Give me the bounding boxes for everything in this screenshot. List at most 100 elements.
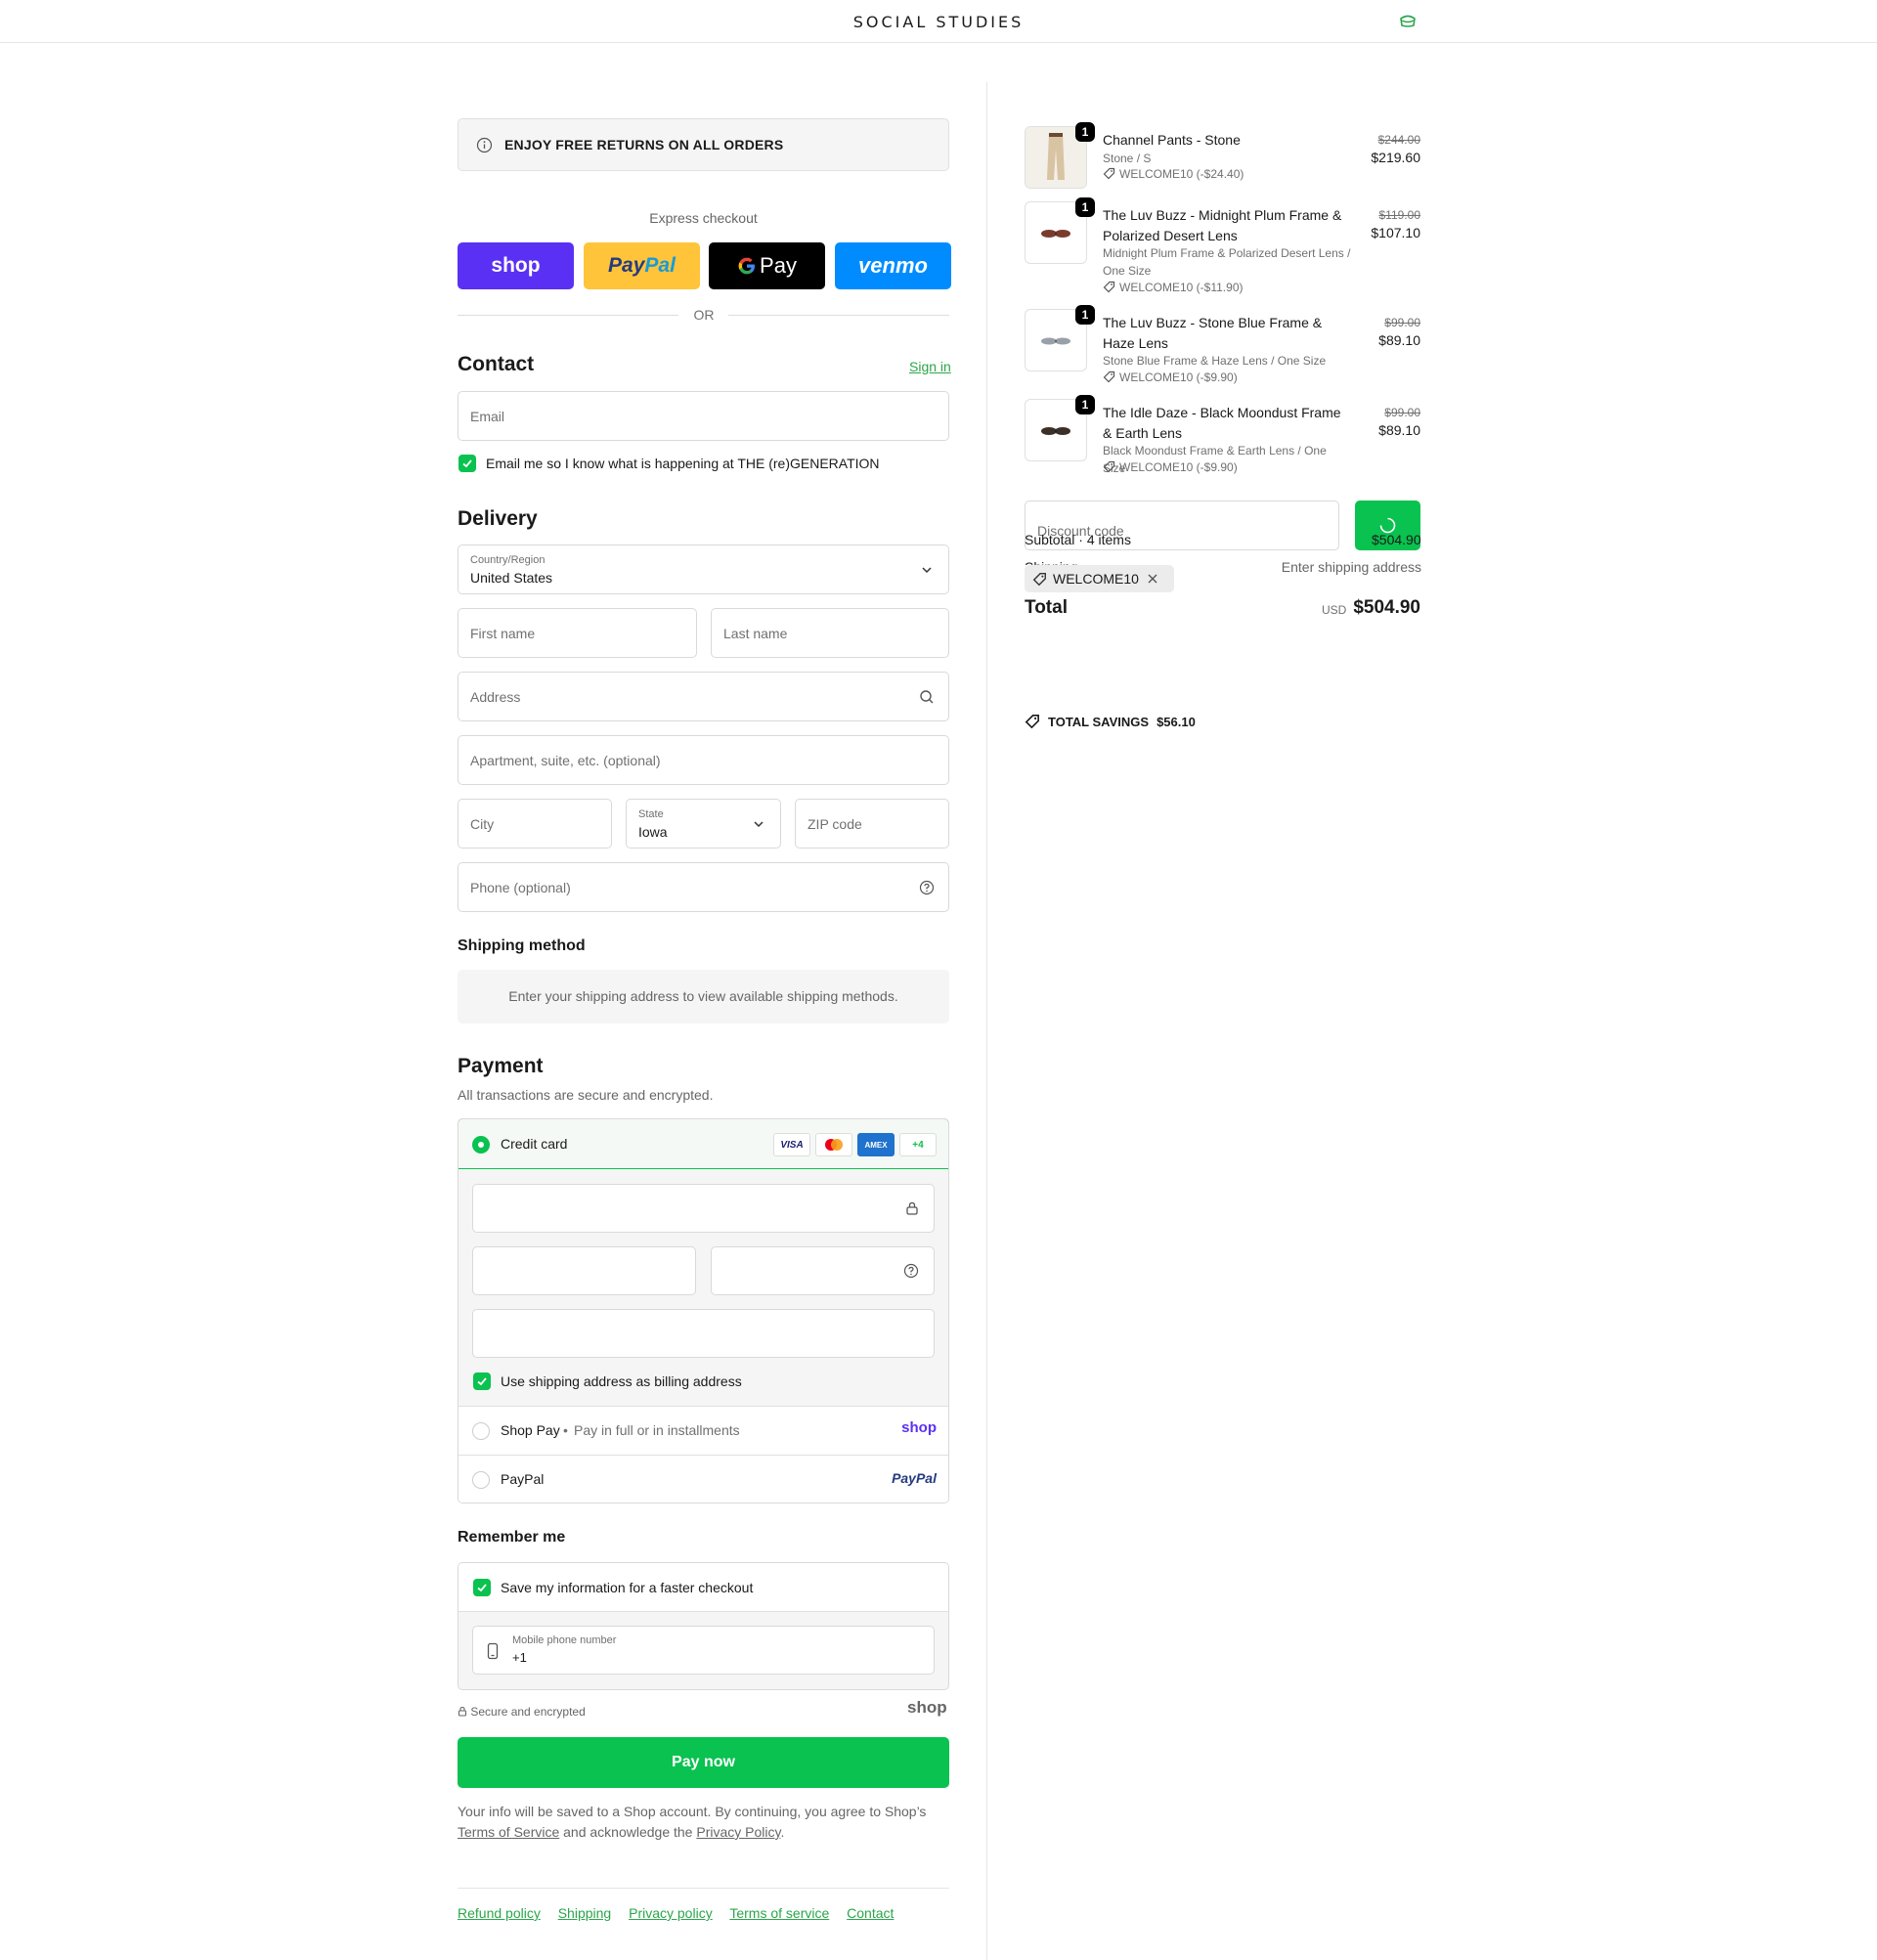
- discounted-price: $107.10: [1371, 225, 1420, 240]
- help-icon[interactable]: [903, 1263, 919, 1279]
- expiration-field[interactable]: [472, 1246, 696, 1295]
- discounted-price: $89.10: [1378, 422, 1420, 438]
- shop-pay-button[interactable]: shop: [458, 242, 574, 289]
- checkmark-icon: [477, 1584, 487, 1592]
- save-info-label: Save my information for a faster checkou…: [501, 1580, 754, 1595]
- paypal-button[interactable]: PayPal: [584, 242, 700, 289]
- cart-item: 1 The Luv Buzz - Stone Blue Frame & Haze…: [1025, 305, 1420, 389]
- discount-text: WELCOME10 (-$9.90): [1119, 370, 1238, 384]
- delivery-title: Delivery: [458, 507, 538, 530]
- close-icon[interactable]: [1147, 573, 1158, 585]
- item-discount: WELCOME10 (-$9.90): [1103, 460, 1238, 474]
- shop-pay-logo: shop: [901, 1419, 937, 1436]
- mobile-phone-field[interactable]: Mobile phone number +1: [472, 1626, 935, 1675]
- total-savings: TOTAL SAVINGS $56.10: [1025, 714, 1196, 729]
- item-name: The Luv Buzz - Midnight Plum Frame & Pol…: [1103, 207, 1342, 243]
- search-icon: [920, 690, 934, 704]
- checkmark-icon: [462, 459, 472, 468]
- save-info-checkbox[interactable]: [473, 1579, 491, 1596]
- cart-item: 1 The Luv Buzz - Midnight Plum Frame & P…: [1025, 197, 1420, 299]
- security-code-field[interactable]: [711, 1246, 935, 1295]
- tag-icon: [1103, 370, 1115, 383]
- state-label: State: [638, 808, 664, 820]
- mobile-phone-value: +1: [512, 1650, 527, 1665]
- save-info-row[interactable]: Save my information for a faster checkou…: [458, 1563, 948, 1612]
- column-divider: [986, 82, 987, 1960]
- free-returns-banner: ENJOY FREE RETURNS ON ALL ORDERS: [458, 118, 949, 171]
- mastercard-icon: [815, 1133, 852, 1156]
- google-pay-button[interactable]: Pay: [709, 242, 825, 289]
- google-g-icon: [738, 257, 756, 275]
- privacy-policy-link[interactable]: Privacy policy: [629, 1905, 713, 1921]
- credit-card-radio[interactable]: [472, 1136, 490, 1154]
- total-label: Total: [1025, 597, 1068, 618]
- credit-card-label: Credit card: [501, 1136, 568, 1152]
- brand-logo[interactable]: SOCIAL STUDIES: [0, 13, 1877, 31]
- apartment-field[interactable]: Apartment, suite, etc. (optional): [458, 735, 949, 785]
- zip-field[interactable]: ZIP code: [795, 799, 949, 849]
- shipping-method-title: Shipping method: [458, 937, 586, 954]
- billing-checkbox[interactable]: [473, 1372, 491, 1390]
- more-cards-badge: +4: [899, 1133, 937, 1156]
- checkmark-icon: [477, 1377, 487, 1386]
- refund-policy-link[interactable]: Refund policy: [458, 1905, 541, 1921]
- savings-value: $56.10: [1157, 714, 1196, 729]
- country-select[interactable]: Country/Region United States: [458, 544, 949, 594]
- banner-text: ENJOY FREE RETURNS ON ALL ORDERS: [504, 137, 784, 152]
- or-divider-right: [728, 315, 949, 316]
- marketing-label: Email me so I know what is happening at …: [486, 456, 880, 471]
- state-select[interactable]: State Iowa: [626, 799, 781, 849]
- payment-subtitle: All transactions are secure and encrypte…: [458, 1087, 714, 1103]
- shop-pay-subtext: Pay in full or in installments: [574, 1422, 740, 1438]
- cart-icon[interactable]: [1398, 13, 1418, 28]
- amex-icon: AMEX: [857, 1133, 895, 1156]
- phone-field[interactable]: Phone (optional): [458, 862, 949, 912]
- or-label: OR: [693, 307, 715, 323]
- city-field[interactable]: City: [458, 799, 612, 849]
- cart-item: 1 The Idle Daze - Black Moondust Frame &…: [1025, 395, 1420, 479]
- last-name-placeholder: Last name: [723, 626, 788, 641]
- shipping-method-message: Enter your shipping address to view avai…: [458, 970, 949, 1024]
- savings-label: TOTAL SAVINGS: [1048, 714, 1150, 729]
- paypal-option[interactable]: PayPal PayPal: [458, 1455, 948, 1503]
- header: SOCIAL STUDIES: [0, 0, 1877, 43]
- privacy-link[interactable]: Privacy Policy: [696, 1824, 780, 1840]
- venmo-logo: venmo: [858, 253, 928, 278]
- lock-icon: [458, 1706, 467, 1717]
- total-currency: USD: [1322, 603, 1347, 617]
- shop-pay-option[interactable]: Shop Pay • Pay in full or in installment…: [458, 1406, 948, 1455]
- contact-link[interactable]: Contact: [847, 1905, 894, 1921]
- first-name-placeholder: First name: [470, 626, 536, 641]
- applied-discount-code: WELCOME10: [1053, 571, 1139, 587]
- remember-me-title: Remember me: [458, 1529, 566, 1546]
- country-value: United States: [470, 570, 553, 586]
- email-placeholder: Email: [470, 409, 505, 424]
- card-number-field[interactable]: [472, 1184, 935, 1233]
- discount-text: WELCOME10 (-$9.90): [1119, 460, 1238, 474]
- tag-icon: [1103, 460, 1115, 473]
- shop-pay-radio[interactable]: [472, 1422, 490, 1440]
- pay-now-button[interactable]: Pay now: [458, 1737, 949, 1788]
- shipping-link[interactable]: Shipping: [558, 1905, 612, 1921]
- first-name-field[interactable]: First name: [458, 608, 697, 658]
- help-icon[interactable]: [919, 880, 935, 895]
- address-field[interactable]: Address: [458, 672, 949, 721]
- chevron-down-icon: [922, 567, 932, 574]
- name-on-card-field[interactable]: [472, 1309, 935, 1358]
- paypal-radio[interactable]: [472, 1471, 490, 1489]
- terms-of-service-link[interactable]: Terms of service: [729, 1905, 829, 1921]
- terms-link[interactable]: Terms of Service: [458, 1824, 559, 1840]
- apartment-placeholder: Apartment, suite, etc. (optional): [470, 753, 661, 768]
- mobile-phone-label: Mobile phone number: [512, 1634, 617, 1646]
- shop-pay-logo: shop: [491, 254, 541, 277]
- email-field[interactable]: Email: [458, 391, 949, 441]
- paypal-logo: PayPal: [608, 254, 676, 277]
- venmo-button[interactable]: venmo: [835, 242, 951, 289]
- item-name: Channel Pants - Stone: [1103, 132, 1241, 148]
- discounted-price: $219.60: [1371, 150, 1420, 165]
- last-name-field[interactable]: Last name: [711, 608, 949, 658]
- marketing-checkbox[interactable]: [458, 455, 476, 472]
- sign-in-link[interactable]: Sign in: [909, 359, 951, 374]
- express-checkout-label: Express checkout: [649, 210, 758, 226]
- credit-card-option[interactable]: Credit card VISA AMEX +4: [458, 1119, 948, 1169]
